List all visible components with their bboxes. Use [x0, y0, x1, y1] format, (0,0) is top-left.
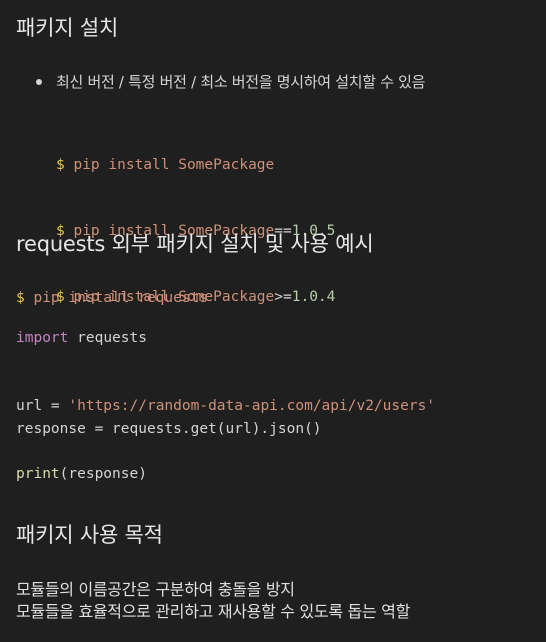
code-url-assignment: url = 'https://random-data-api.com/api/v…	[16, 398, 436, 414]
code-response-line: response = requests.get(url).json()	[16, 421, 322, 437]
code-print-line: print(response)	[16, 466, 147, 482]
code-line-1: $ pip install SomePackage	[56, 157, 275, 173]
bullet-dot	[36, 79, 42, 85]
code-install-requests: $ pip install requests	[16, 290, 209, 306]
purpose-line-1: 모듈들의 이름공간은 구분하여 충돌을 방지	[16, 580, 295, 599]
code-import-requests: import requests	[16, 330, 147, 346]
heading-requests-example: requests 외부 패키지 설치 및 사용 예시	[16, 232, 374, 256]
purpose-line-2: 모듈들을 효율적으로 관리하고 재사용할 수 있도록 돕는 역할	[16, 602, 411, 621]
bullet-version-options: 최신 버전 / 특정 버전 / 최소 버전을 명시하여 설치할 수 있음	[56, 73, 426, 91]
document-page: 패키지 설치 최신 버전 / 특정 버전 / 최소 버전을 명시하여 설치할 수…	[0, 0, 546, 642]
heading-package-purpose: 패키지 사용 목적	[16, 523, 163, 547]
heading-package-install: 패키지 설치	[16, 16, 119, 40]
